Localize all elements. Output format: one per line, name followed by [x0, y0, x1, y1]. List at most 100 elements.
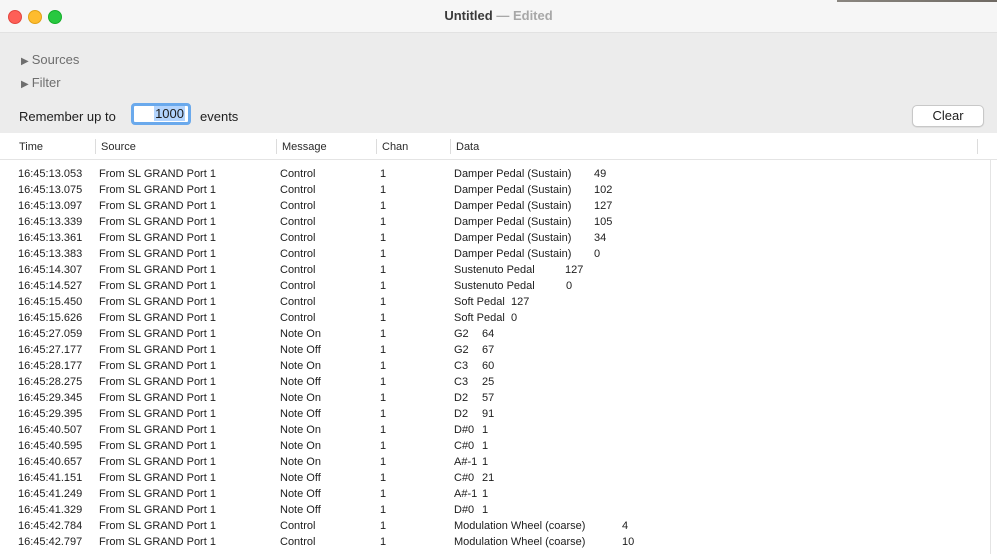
message-cell: Note On	[280, 456, 321, 468]
filter-disclosure[interactable]: ▶ Filter	[21, 75, 61, 90]
sources-disclosure[interactable]: ▶ Sources	[21, 52, 79, 67]
table-row[interactable]: 16:45:13.339 From SL GRAND Port 1 Control 1…	[0, 214, 990, 230]
channel-cell: 1	[380, 392, 387, 404]
event-list[interactable]: 16:45:13.053 From SL GRAND Port 1 Control 1…	[0, 166, 990, 554]
table-header: Time Source Message Chan Data	[0, 134, 997, 160]
time-cell: 16:45:13.053	[18, 168, 83, 180]
data-value-cell: 10	[622, 536, 635, 548]
table-row[interactable]: 16:45:13.361 From SL GRAND Port 1 Control 1…	[0, 230, 990, 246]
data-value-cell: 1	[482, 424, 489, 436]
column-header-source[interactable]: Source	[101, 141, 136, 153]
column-divider[interactable]	[450, 139, 451, 154]
message-cell: Control	[280, 264, 316, 276]
time-cell: 16:45:14.307	[18, 264, 83, 276]
controls-panel: ▶ Sources ▶ Filter Remember up to 1000 eve…	[0, 33, 997, 133]
time-cell: 16:45:15.450	[18, 296, 83, 308]
data-cell: C3	[454, 376, 469, 388]
table-row[interactable]: 16:45:29.345 From SL GRAND Port 1 Note On 1…	[0, 390, 990, 406]
message-cell: Note On	[280, 424, 321, 436]
data-value-cell: 91	[482, 408, 495, 420]
document-name: Untitled	[444, 8, 493, 23]
data-cell: D#0	[454, 424, 475, 436]
sources-label: Sources	[31, 52, 80, 67]
table-row[interactable]: 16:45:27.177 From SL GRAND Port 1 Note Off…	[0, 342, 990, 358]
table-row[interactable]: 16:45:41.329 From SL GRAND Port 1 Note Off…	[0, 502, 990, 518]
channel-cell: 1	[380, 472, 387, 484]
source-cell: From SL GRAND Port 1	[99, 328, 216, 340]
time-cell: 16:45:29.345	[18, 392, 83, 404]
source-cell: From SL GRAND Port 1	[99, 168, 216, 180]
column-divider[interactable]	[376, 139, 377, 154]
table-row[interactable]: 16:45:14.307 From SL GRAND Port 1 Control 1…	[0, 262, 990, 278]
data-cell: Damper Pedal (Sustain)	[454, 200, 572, 212]
source-cell: From SL GRAND Port 1	[99, 344, 216, 356]
source-cell: From SL GRAND Port 1	[99, 504, 216, 516]
source-cell: From SL GRAND Port 1	[99, 456, 216, 468]
table-row[interactable]: 16:45:13.097 From SL GRAND Port 1 Control 1…	[0, 198, 990, 214]
channel-cell: 1	[380, 216, 387, 228]
time-cell: 16:45:28.275	[18, 376, 83, 388]
title-separator: —	[496, 8, 510, 23]
table-row[interactable]: 16:45:40.507 From SL GRAND Port 1 Note On 1…	[0, 422, 990, 438]
column-header-chan[interactable]: Chan	[382, 141, 408, 153]
time-cell: 16:45:15.626	[18, 312, 83, 324]
table-row[interactable]: 16:45:28.275 From SL GRAND Port 1 Note Off…	[0, 374, 990, 390]
table-row[interactable]: 16:45:40.595 From SL GRAND Port 1 Note On 1…	[0, 438, 990, 454]
channel-cell: 1	[380, 264, 387, 276]
channel-cell: 1	[380, 328, 387, 340]
column-divider[interactable]	[276, 139, 277, 154]
source-cell: From SL GRAND Port 1	[99, 536, 216, 548]
data-cell: Sustenuto Pedal	[454, 280, 535, 292]
time-cell: 16:45:41.329	[18, 504, 83, 516]
table-row[interactable]: 16:45:42.784 From SL GRAND Port 1 Control 1…	[0, 518, 990, 534]
channel-cell: 1	[380, 200, 387, 212]
channel-cell: 1	[380, 456, 387, 468]
table-row[interactable]: 16:45:13.075 From SL GRAND Port 1 Control 1…	[0, 182, 990, 198]
data-value-cell: 0	[566, 280, 573, 292]
source-cell: From SL GRAND Port 1	[99, 312, 216, 324]
data-value-cell: 1	[482, 456, 489, 468]
column-divider[interactable]	[977, 139, 978, 154]
table-row[interactable]: 16:45:14.527 From SL GRAND Port 1 Control 1…	[0, 278, 990, 294]
table-row[interactable]: 16:45:41.151 From SL GRAND Port 1 Note Off…	[0, 470, 990, 486]
message-cell: Note Off	[280, 344, 321, 356]
time-cell: 16:45:42.784	[18, 520, 83, 532]
table-row[interactable]: 16:45:41.249 From SL GRAND Port 1 Note Off…	[0, 486, 990, 502]
clear-button[interactable]: Clear	[912, 105, 984, 127]
source-cell: From SL GRAND Port 1	[99, 232, 216, 244]
channel-cell: 1	[380, 232, 387, 244]
column-header-time[interactable]: Time	[19, 141, 43, 153]
column-divider[interactable]	[95, 139, 96, 154]
message-cell: Control	[280, 168, 316, 180]
table-row[interactable]: 16:45:13.383 From SL GRAND Port 1 Control 1…	[0, 246, 990, 262]
table-row[interactable]: 16:45:27.059 From SL GRAND Port 1 Note On 1…	[0, 326, 990, 342]
message-cell: Note On	[280, 328, 321, 340]
table-row[interactable]: 16:45:15.626 From SL GRAND Port 1 Control 1…	[0, 310, 990, 326]
event-count-input[interactable]: 1000	[131, 103, 191, 125]
title-bar: Untitled — Edited	[0, 0, 997, 33]
table-row[interactable]: 16:45:40.657 From SL GRAND Port 1 Note On 1…	[0, 454, 990, 470]
data-cell: C#0	[454, 440, 475, 452]
channel-cell: 1	[380, 280, 387, 292]
channel-cell: 1	[380, 536, 387, 548]
message-cell: Note On	[280, 392, 321, 404]
message-cell: Control	[280, 216, 316, 228]
table-row[interactable]: 16:45:42.797 From SL GRAND Port 1 Control 1…	[0, 534, 990, 550]
column-header-message[interactable]: Message	[282, 141, 327, 153]
data-cell: A#-1	[454, 456, 478, 468]
table-row[interactable]: 16:45:13.053 From SL GRAND Port 1 Control 1…	[0, 166, 990, 182]
table-row[interactable]: 16:45:28.177 From SL GRAND Port 1 Note On 1…	[0, 358, 990, 374]
table-row[interactable]: 16:45:29.395 From SL GRAND Port 1 Note Off…	[0, 406, 990, 422]
column-header-data[interactable]: Data	[456, 141, 479, 153]
message-cell: Control	[280, 536, 316, 548]
table-row[interactable]: 16:45:15.450 From SL GRAND Port 1 Control 1…	[0, 294, 990, 310]
source-cell: From SL GRAND Port 1	[99, 392, 216, 404]
source-cell: From SL GRAND Port 1	[99, 440, 216, 452]
remember-label: Remember up to	[19, 109, 116, 124]
time-cell: 16:45:28.177	[18, 360, 83, 372]
source-cell: From SL GRAND Port 1	[99, 472, 216, 484]
data-value-cell: 127	[594, 200, 613, 212]
time-cell: 16:45:27.059	[18, 328, 83, 340]
source-cell: From SL GRAND Port 1	[99, 248, 216, 260]
data-value-cell: 105	[594, 216, 613, 228]
